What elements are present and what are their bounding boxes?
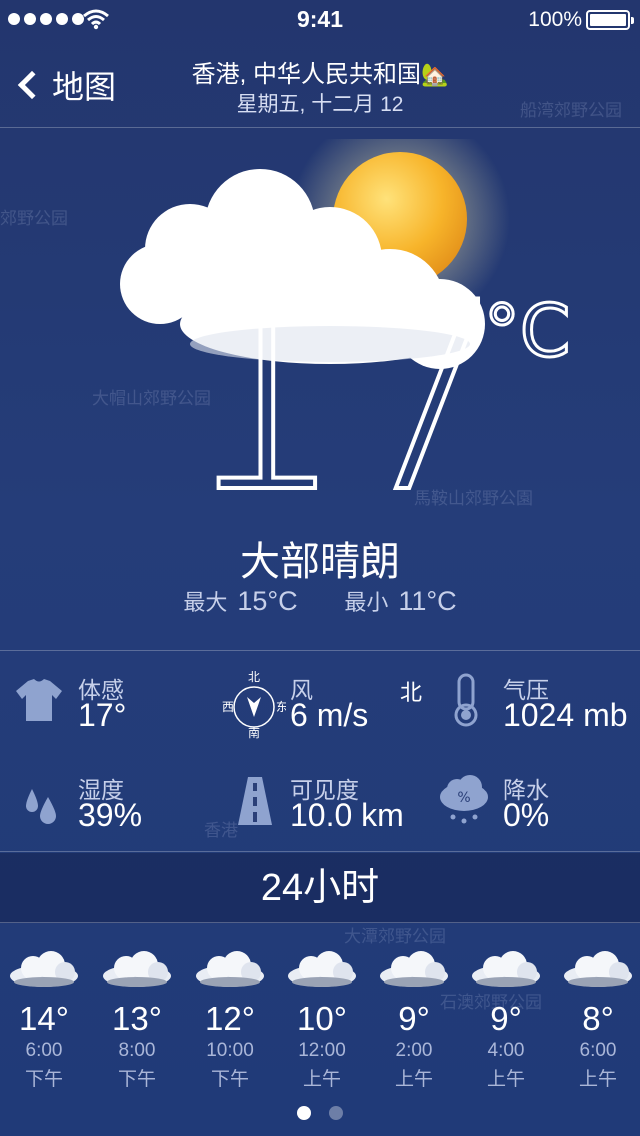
compass-north: 北 (248, 670, 260, 684)
tshirt-icon (16, 679, 62, 721)
chevron-left-icon (17, 70, 47, 100)
pressure-detail: 气压 1024 mb (425, 651, 640, 741)
date-subtitle: 星期五, 十二月 12 (236, 93, 404, 116)
location-name: 香港, 中华人民共和国 (191, 61, 421, 88)
wind-detail: 北 南 西 东 风 6 m/s (212, 651, 432, 741)
min-value: 11°C (398, 586, 457, 616)
hourly-temp: 13° (112, 1000, 162, 1037)
hourly-temp: 9° (398, 1000, 430, 1037)
cloudy-icon (288, 951, 356, 987)
hourly-time: 6:00 (25, 1040, 63, 1061)
hourly-period: 上午 (486, 1069, 525, 1090)
min-label: 最小 (344, 590, 389, 615)
cloudy-icon (472, 951, 540, 987)
hourly-title: 24小时 (0, 853, 640, 923)
hourly-forecast[interactable]: 14° 6:00 下午 13° 8:00 下午 12° 10:00 下午 10°… (0, 950, 640, 1100)
visibility-value: 10.0 km (290, 797, 404, 833)
thermometer-icon (454, 673, 478, 727)
hourly-time: 4:00 (487, 1040, 525, 1061)
back-button-label: 地图 (52, 69, 117, 105)
droplets-icon (26, 789, 56, 824)
wind-value: 6 m/s (290, 697, 369, 733)
hourly-temp: 8° (582, 1000, 614, 1037)
current-temperature: 17 (178, 248, 509, 550)
battery-icon (586, 10, 634, 30)
hourly-period: 下午 (24, 1069, 63, 1090)
hourly-time: 12:00 (298, 1040, 346, 1061)
cloudy-icon (380, 951, 448, 987)
hourly-item: 12° 10:00 下午 (188, 950, 272, 1091)
status-bar: 9:41 100% (0, 0, 640, 40)
compass-east: 东 (276, 700, 286, 714)
hourly-period: 上午 (578, 1069, 617, 1090)
humidity-value: 39% (78, 797, 143, 833)
battery-percent: 100% (528, 8, 582, 31)
high-low-temperatures: 最大 15°C 最小 11°C (0, 585, 640, 617)
weather-details: 体感 17° 北 南 西 东 风 6 m/s 北 气压 1024 mb 湿度 3 (0, 650, 640, 852)
page-dot[interactable] (329, 1106, 343, 1120)
hourly-period: 上午 (394, 1069, 433, 1090)
max-label: 最大 (183, 590, 228, 615)
hourly-period: 下午 (210, 1069, 249, 1090)
cloudy-icon (103, 951, 171, 987)
navigation-bar: 地图 香港, 中华人民共和国🏡 星期五, 十二月 12 (0, 40, 640, 128)
back-button[interactable]: 地图 (14, 62, 116, 108)
current-weather: 17 °C 大部晴朗 最大 15°C 最小 11°C (0, 129, 640, 649)
hourly-item: 14° 6:00 下午 (2, 950, 86, 1091)
visibility-detail: 可见度 10.0 km (212, 751, 432, 841)
weather-condition: 大部晴朗 (240, 540, 400, 584)
hourly-temp: 10° (297, 1000, 347, 1037)
temperature-unit: °C (482, 288, 571, 375)
map-label: 大潭郊野公园 (344, 927, 446, 946)
hourly-period: 下午 (117, 1069, 156, 1090)
page-dot-active[interactable] (297, 1106, 311, 1120)
hourly-item: 13° 8:00 下午 (95, 950, 179, 1091)
hourly-time: 10:00 (206, 1040, 254, 1061)
hourly-temp: 12° (205, 1000, 255, 1037)
hourly-temp: 9° (490, 1000, 522, 1037)
humidity-detail: 湿度 39% (0, 751, 210, 841)
precipitation-detail: % 降水 0% (425, 751, 640, 841)
hourly-item: 8° 6:00 上午 (556, 950, 640, 1091)
page-indicator[interactable] (0, 1106, 640, 1120)
cloudy-icon (196, 951, 264, 987)
compass-icon: 北 南 西 东 (222, 670, 286, 739)
cloudy-icon (10, 951, 78, 987)
hourly-temp: 14° (19, 1000, 69, 1037)
cloudy-icon (564, 951, 632, 987)
svg-text:%: % (457, 790, 470, 806)
location-title: 香港, 中华人民共和国🏡 (150, 54, 490, 89)
compass-south: 南 (248, 725, 260, 739)
hourly-item: 9° 2:00 上午 (372, 950, 456, 1091)
feels-like-detail: 体感 17° (0, 651, 210, 741)
road-icon (238, 777, 272, 825)
hourly-time: 8:00 (118, 1040, 156, 1061)
max-value: 15°C (237, 586, 298, 616)
pressure-value: 1024 mb (503, 697, 628, 733)
wind-direction: 北 (400, 680, 423, 705)
compass-west: 西 (222, 700, 234, 714)
hourly-item: 10° 12:00 上午 (280, 950, 364, 1091)
rain-cloud-icon: % (440, 775, 488, 824)
hourly-time: 2:00 (395, 1040, 433, 1061)
precipitation-value: 0% (503, 797, 550, 833)
home-icon: 🏡 (420, 62, 449, 87)
hourly-time: 6:00 (579, 1040, 617, 1061)
hourly-item: 9° 4:00 上午 (464, 950, 548, 1091)
feels-like-value: 17° (78, 697, 127, 733)
hourly-period: 上午 (302, 1069, 341, 1090)
